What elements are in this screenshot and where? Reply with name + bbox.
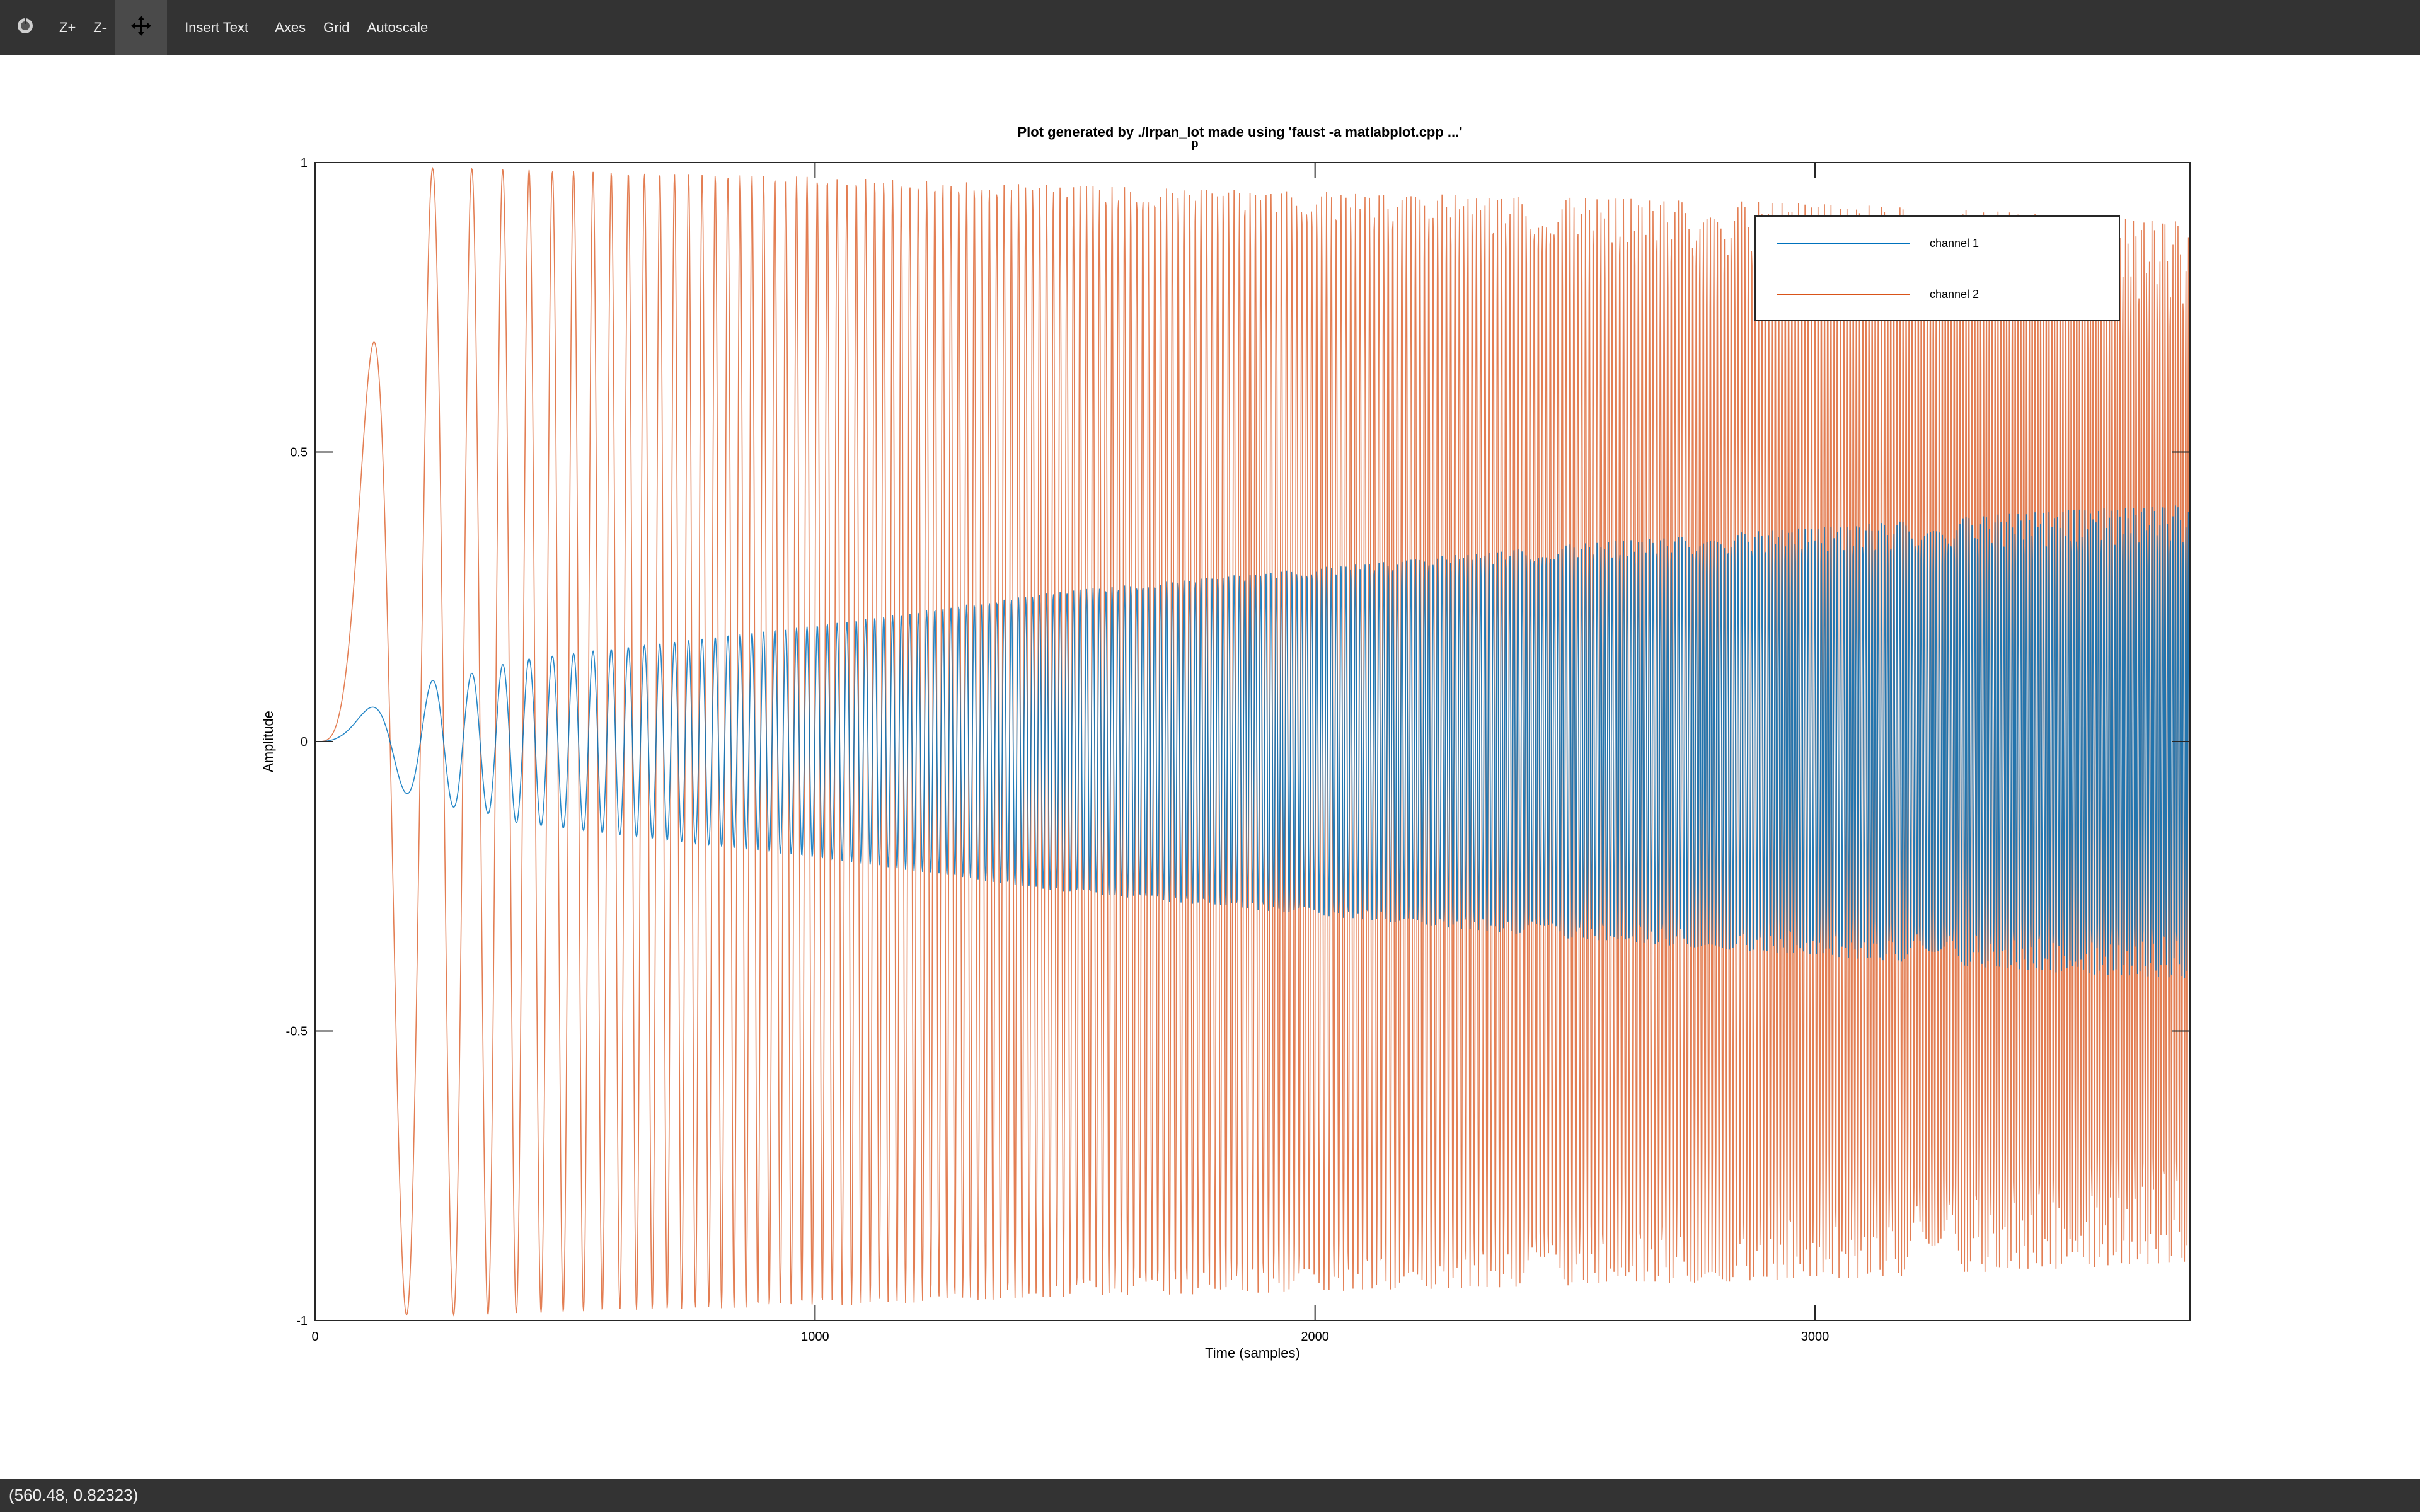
series-group — [315, 166, 2191, 1317]
cursor-coordinates: (560.48, 0.82323) — [9, 1486, 139, 1504]
x-tick-label: 0 — [311, 1330, 318, 1344]
reset-icon — [16, 16, 35, 39]
chart-title-line2: p — [1192, 137, 1199, 150]
pan-icon — [130, 15, 152, 40]
y-tick-label: -1 — [296, 1314, 308, 1328]
series-line-channel-1 — [315, 505, 2191, 978]
zoom-in-button[interactable]: Z+ — [50, 0, 84, 55]
zoom-out-button[interactable]: Z- — [84, 0, 115, 55]
pan-button[interactable] — [115, 0, 168, 55]
x-tick-label: 1000 — [801, 1330, 829, 1344]
toolbar: Z+ Z- Insert Text Axes Grid Autoscale — [0, 0, 2420, 55]
axes-button[interactable]: Axes — [266, 0, 314, 55]
y-tick-label: 0 — [301, 735, 308, 749]
legend-label-channel-1: channel 1 — [1930, 237, 1979, 249]
y-tick-label: 0.5 — [290, 446, 308, 460]
autoscale-button[interactable]: Autoscale — [359, 0, 437, 55]
chart-title: Plot generated by ./lrpan_lot made using… — [1017, 124, 1462, 140]
grid-button[interactable]: Grid — [314, 0, 359, 55]
x-axis-label: Time (samples) — [1205, 1345, 1300, 1361]
plot-area[interactable]: 0 1000 2000 3000 1 0.5 0 -0.5 -1 Plot generated … — [0, 55, 2420, 1479]
y-tick-label: -0.5 — [286, 1025, 308, 1039]
y-axis-label: Amplitude — [260, 711, 276, 772]
x-tick-label: 2000 — [1301, 1330, 1329, 1344]
insert-text-button[interactable]: Insert Text — [167, 0, 266, 55]
x-tick-label: 3000 — [1801, 1330, 1829, 1344]
legend-box — [1754, 215, 2120, 321]
y-tick-label: 1 — [301, 156, 308, 170]
legend[interactable]: channel 1 channel 2 — [1754, 215, 2120, 321]
reset-button[interactable] — [0, 0, 50, 55]
legend-label-channel-2: channel 2 — [1930, 288, 1979, 301]
status-bar: (560.48, 0.82323) — [0, 1479, 2420, 1512]
